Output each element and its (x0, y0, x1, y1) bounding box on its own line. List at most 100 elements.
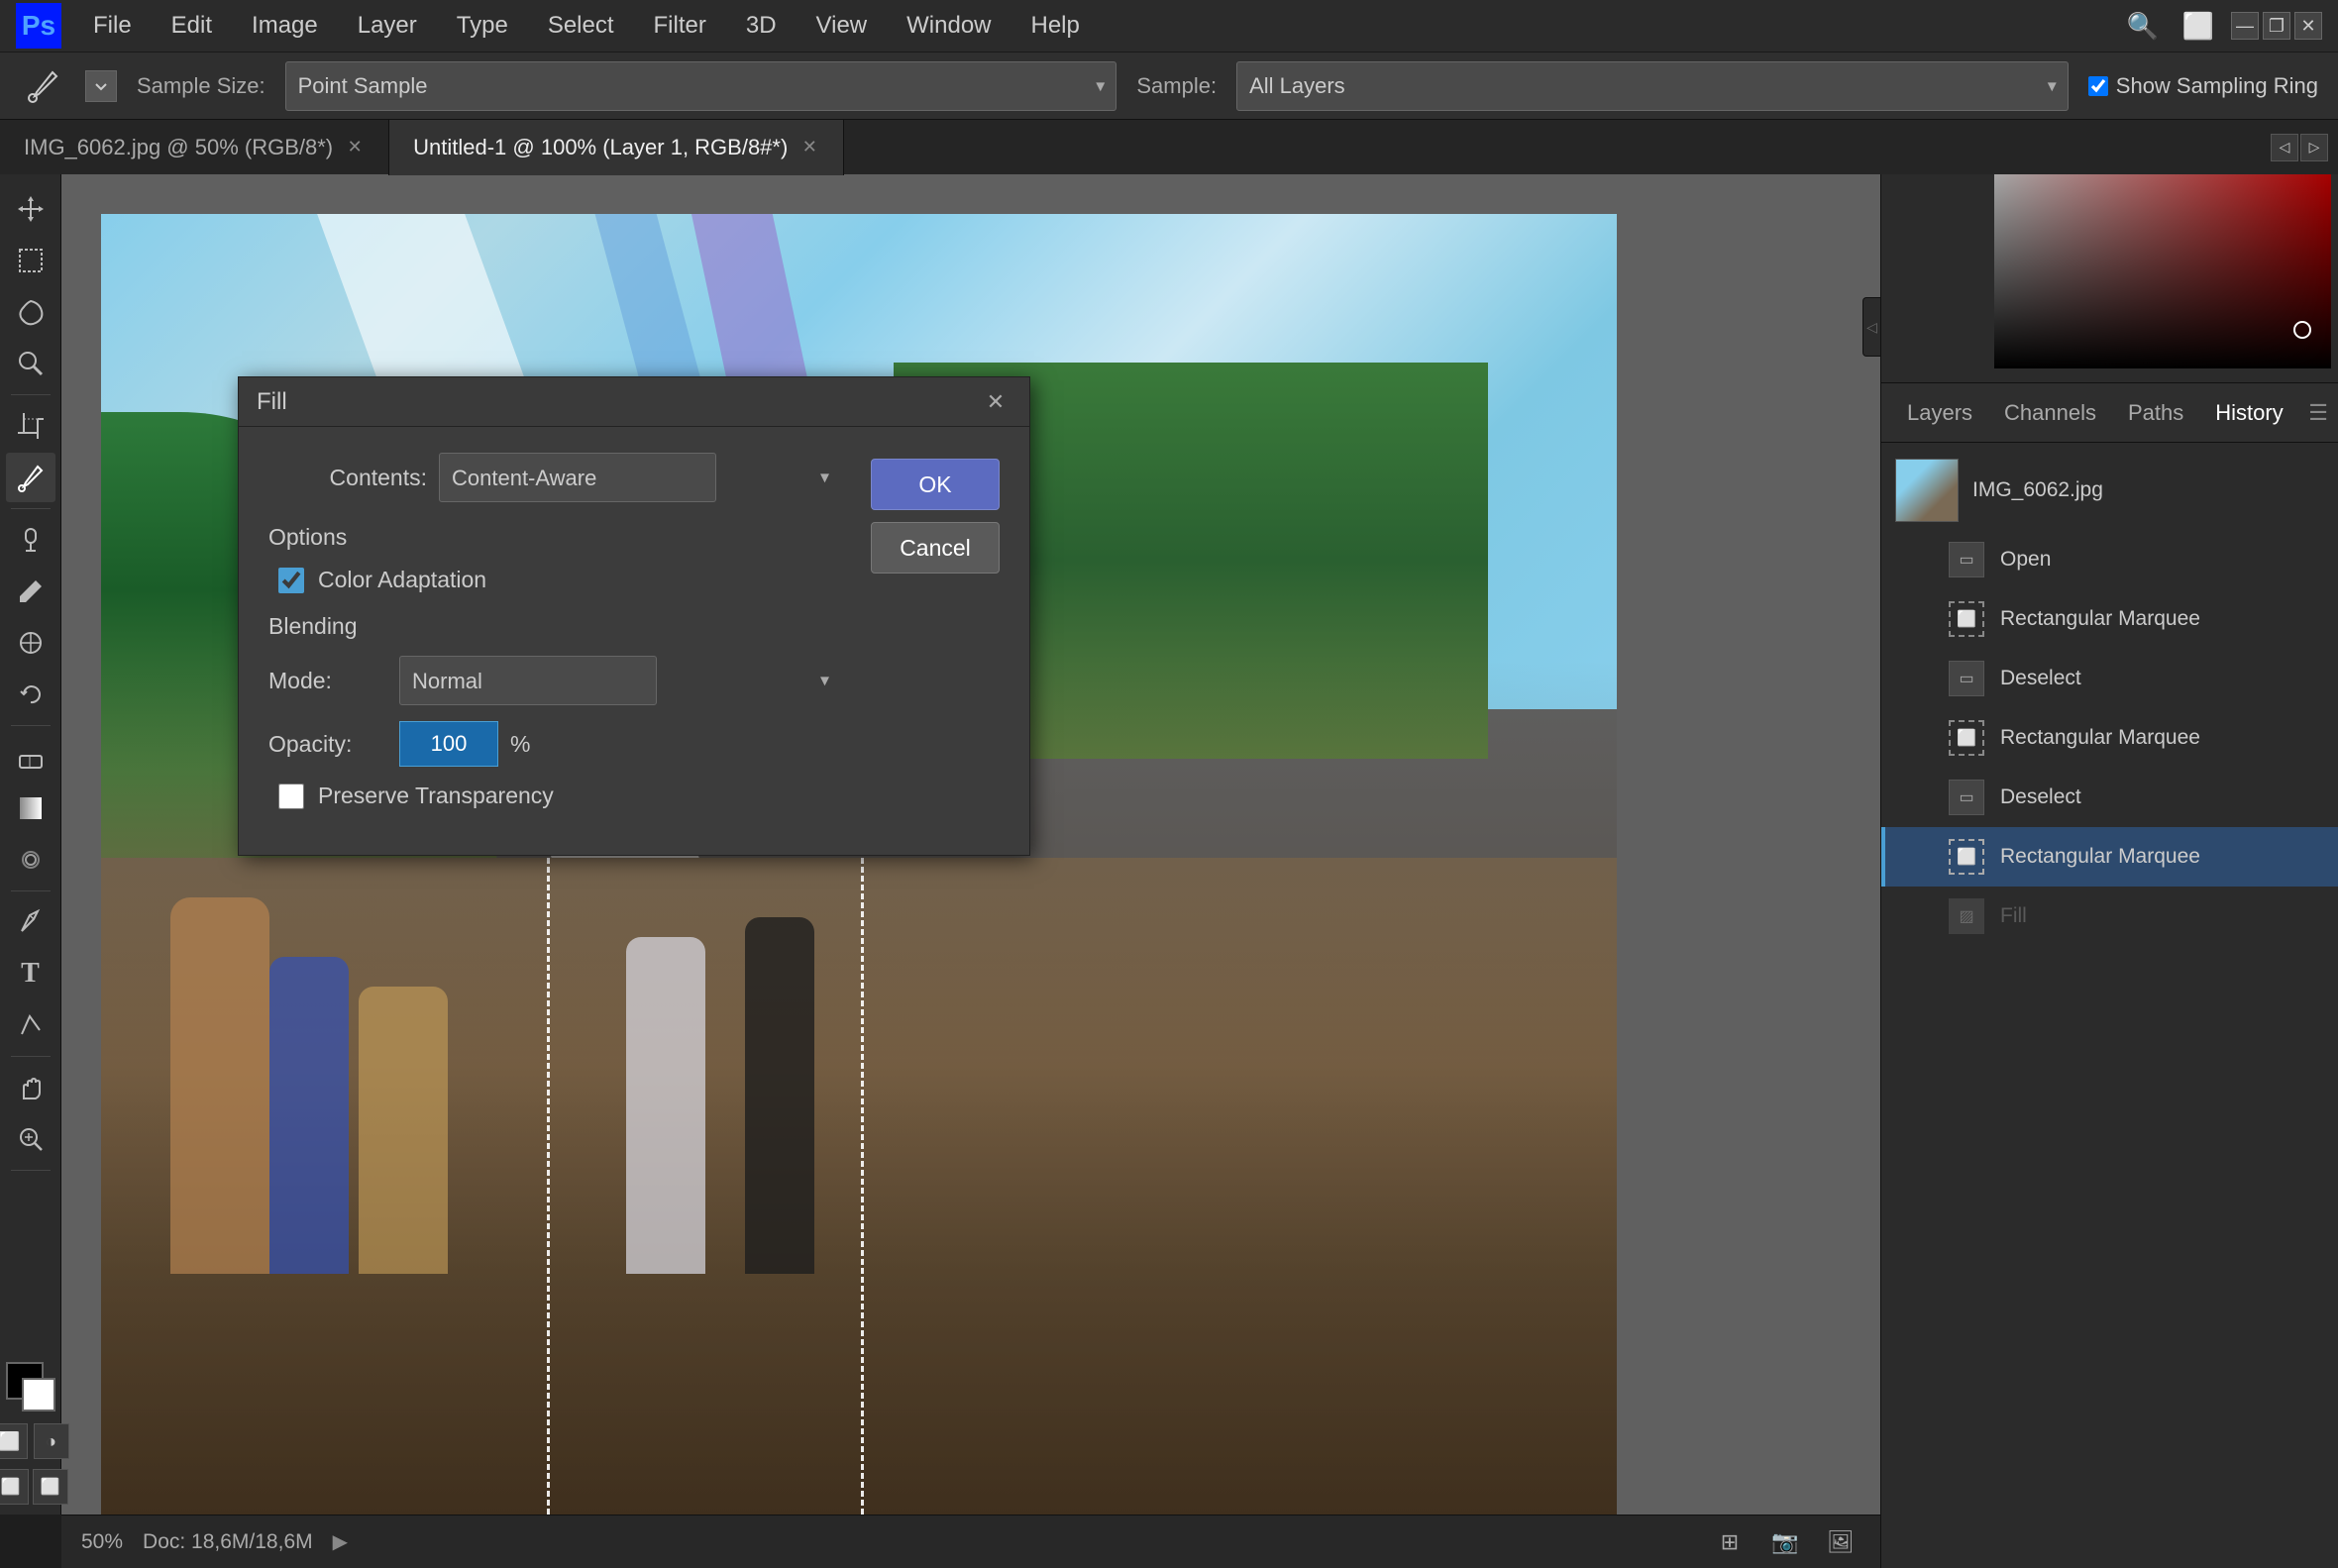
cancel-button[interactable]: Cancel (871, 522, 1000, 574)
show-sampling-ring-label[interactable]: Show Sampling Ring (2088, 73, 2318, 99)
color-adaptation-checkbox[interactable] (278, 568, 304, 593)
move-tool[interactable] (6, 184, 55, 234)
contents-label: Contents: (268, 465, 427, 491)
menu-window[interactable]: Window (889, 6, 1009, 46)
tab-untitled1[interactable]: Untitled-1 @ 100% (Layer 1, RGB/8#*) ✕ (389, 120, 844, 175)
fg-bg-colors[interactable] (6, 1362, 55, 1411)
layers-panel-menu[interactable]: ☰ (2308, 400, 2328, 426)
history-icon-open: ▭ (1949, 542, 1984, 577)
mode-label: Mode: (268, 668, 387, 694)
selection-marquee (547, 769, 864, 1515)
history-icon-deselect1: ▭ (1949, 661, 1984, 696)
history-tab[interactable]: History (2199, 392, 2298, 434)
show-sampling-ring-checkbox[interactable] (2088, 76, 2108, 96)
history-item-open[interactable]: ▭ Open (1881, 530, 2338, 589)
menu-filter[interactable]: Filter (636, 6, 724, 46)
pen-tool[interactable] (6, 897, 55, 947)
tool-sep-2 (11, 508, 51, 509)
gradient-tool[interactable] (6, 784, 55, 833)
healing-brush-tool[interactable] (6, 515, 55, 565)
contents-select-wrapper[interactable]: Content-Aware Foreground Color Backgroun… (439, 453, 841, 502)
history-item-rect-marquee-2[interactable]: ⬜ Rectangular Marquee (1881, 708, 2338, 768)
panel-collapse-button[interactable]: ◁ (1862, 297, 1880, 357)
fill-dialog-close[interactable]: ✕ (980, 386, 1011, 418)
menu-file[interactable]: File (75, 6, 150, 46)
panel-right-expand[interactable]: ▷ (2300, 134, 2328, 161)
screen-mode-button[interactable]: ⬜ (0, 1423, 28, 1459)
quick-selection-tool[interactable] (6, 339, 55, 388)
quick-mask-button[interactable]: ◑ (34, 1423, 69, 1459)
history-check-rect3 (1905, 843, 1933, 871)
blending-section-title: Blending (268, 613, 841, 640)
tool-sep-5 (11, 1056, 51, 1057)
background-color[interactable] (22, 1378, 55, 1411)
paths-tab[interactable]: Paths (2112, 392, 2199, 434)
crop-tool[interactable] (6, 401, 55, 451)
tab-img6062[interactable]: IMG_6062.jpg @ 50% (RGB/8*) ✕ (0, 120, 389, 175)
panel-left-collapse[interactable]: ◁ (2271, 134, 2298, 161)
history-snapshot-row[interactable]: IMG_6062.jpg (1881, 451, 2338, 530)
opacity-input[interactable] (399, 721, 498, 767)
zoom-tool[interactable] (6, 1114, 55, 1164)
hand-tool[interactable] (6, 1063, 55, 1112)
mode-select-wrapper[interactable]: Normal Dissolve Multiply Screen Overlay … (399, 656, 841, 705)
search-icon[interactable]: 🔍 (2120, 3, 2166, 49)
history-check-open (1905, 546, 1933, 574)
restore-btn[interactable]: ❐ (2263, 12, 2290, 40)
sample-select[interactable]: All Layers Current Layer Current & Below (1236, 61, 2069, 111)
history-item-fill[interactable]: ▨ Fill (1881, 887, 2338, 946)
status-info[interactable]: 🖼 (1821, 1522, 1860, 1562)
contents-select[interactable]: Content-Aware Foreground Color Backgroun… (439, 453, 716, 502)
history-item-rect-marquee-3[interactable]: ⬜ Rectangular Marquee (1881, 827, 2338, 887)
brush-tool[interactable] (6, 567, 55, 616)
sample-select-wrapper[interactable]: All Layers Current Layer Current & Below… (1236, 61, 2069, 111)
menu-select[interactable]: Select (530, 6, 632, 46)
artboard-button[interactable]: ⬜ (33, 1469, 68, 1505)
fill-dialog-form: Contents: Content-Aware Foreground Color… (268, 453, 841, 829)
menu-edit[interactable]: Edit (154, 6, 230, 46)
status-camera[interactable]: 📷 (1765, 1522, 1805, 1562)
sample-label: Sample: (1136, 73, 1217, 99)
tab-untitled1-close[interactable]: ✕ (799, 138, 819, 157)
sample-size-select[interactable]: Point Sample 3 by 3 Average 5 by 5 Avera… (285, 61, 1117, 111)
opacity-row: Opacity: % (268, 721, 841, 767)
status-add-artboard[interactable]: ⊞ (1710, 1522, 1750, 1562)
tool-sep-4 (11, 890, 51, 891)
ok-button[interactable]: OK (871, 459, 1000, 510)
clone-stamp-tool[interactable] (6, 618, 55, 668)
history-brush-tool[interactable] (6, 670, 55, 719)
marquee-tool[interactable] (6, 236, 55, 285)
history-label-deselect2: Deselect (2000, 785, 2081, 809)
menu-view[interactable]: View (798, 6, 886, 46)
type-tool[interactable]: T (6, 949, 55, 998)
tab-img6062-close[interactable]: ✕ (345, 138, 365, 157)
lasso-tool[interactable] (6, 287, 55, 337)
menu-3d[interactable]: 3D (728, 6, 795, 46)
doc-info: Doc: 18,6M/18,6M (143, 1530, 313, 1554)
status-arrow[interactable]: ▶ (333, 1529, 348, 1554)
tool-option-expand[interactable] (85, 70, 117, 102)
layers-tab[interactable]: Layers (1891, 392, 1988, 434)
menu-layer[interactable]: Layer (340, 6, 435, 46)
eyedropper-tool[interactable] (6, 453, 55, 502)
tab-img6062-label: IMG_6062.jpg @ 50% (RGB/8*) (24, 135, 333, 160)
minimize-btn[interactable]: — (2231, 12, 2259, 40)
screen-mode-icon[interactable]: ⬜ (2176, 3, 2221, 49)
path-selection-tool[interactable] (6, 1000, 55, 1050)
history-item-rect-marquee-1[interactable]: ⬜ Rectangular Marquee (1881, 589, 2338, 649)
history-label-open: Open (2000, 548, 2051, 572)
preserve-transparency-checkbox[interactable] (278, 784, 304, 809)
menu-type[interactable]: Type (439, 6, 526, 46)
sample-size-select-wrapper[interactable]: Point Sample 3 by 3 Average 5 by 5 Avera… (285, 61, 1117, 111)
menu-image[interactable]: Image (234, 6, 336, 46)
mode-select[interactable]: Normal Dissolve Multiply Screen Overlay (399, 656, 657, 705)
frame-mode-button[interactable]: ⬜ (0, 1469, 29, 1505)
history-item-deselect-1[interactable]: ▭ Deselect (1881, 649, 2338, 708)
close-btn[interactable]: ✕ (2294, 12, 2322, 40)
channels-tab[interactable]: Channels (1988, 392, 2112, 434)
menu-help[interactable]: Help (1013, 6, 1098, 46)
history-item-deselect-2[interactable]: ▭ Deselect (1881, 768, 2338, 827)
blur-tool[interactable] (6, 835, 55, 885)
preserve-transparency-label: Preserve Transparency (318, 783, 554, 809)
eraser-tool[interactable] (6, 732, 55, 782)
